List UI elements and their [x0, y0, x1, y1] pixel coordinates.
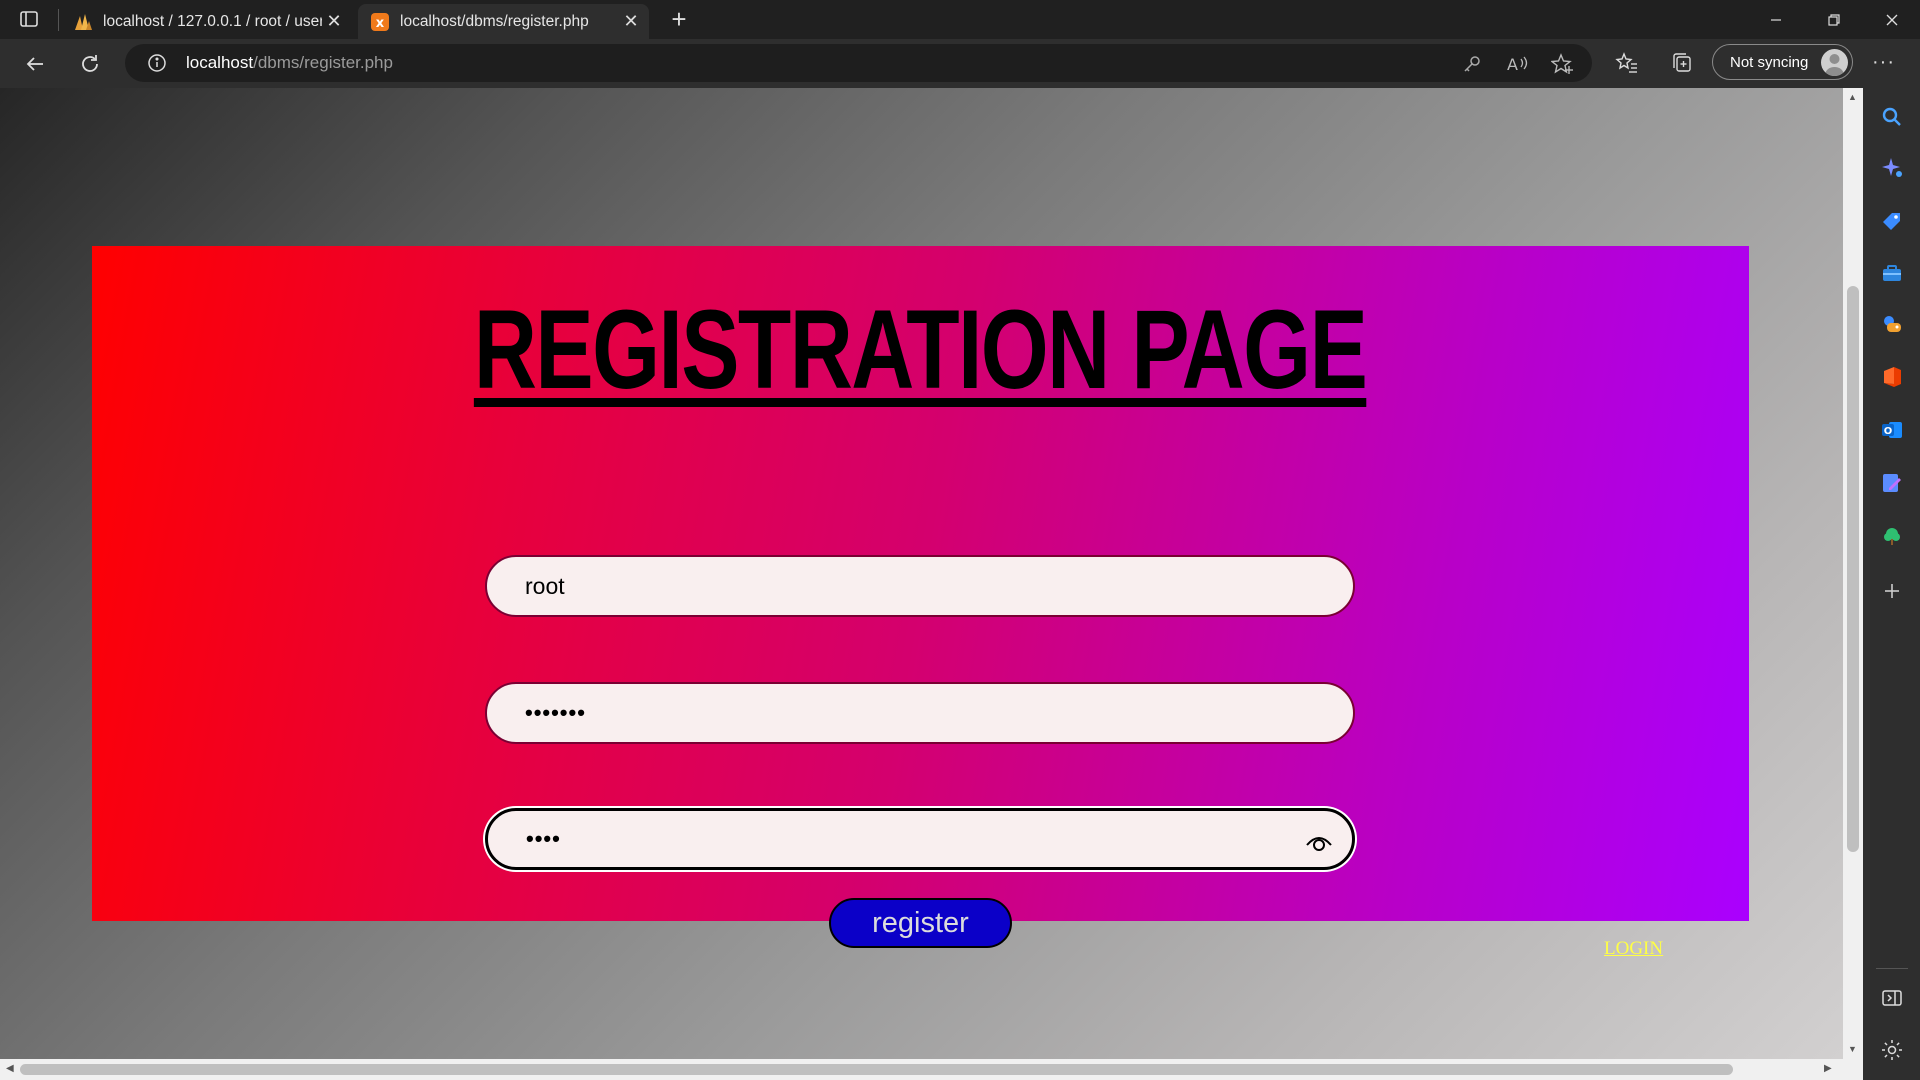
- tab-title: localhost / 127.0.0.1 / root / user: [103, 12, 322, 30]
- tab-title: localhost/dbms/register.php: [400, 12, 589, 30]
- phpmyadmin-icon: [73, 12, 93, 32]
- restore-button[interactable]: [1806, 0, 1862, 39]
- username-value: root: [525, 572, 565, 599]
- add-icon[interactable]: [1880, 579, 1904, 603]
- xampp-icon: x: [370, 12, 390, 32]
- more-menu-button[interactable]: ···: [1872, 51, 1895, 74]
- password-mask: •••••••: [525, 700, 586, 725]
- horizontal-scrollbar[interactable]: ◀ ▶: [0, 1059, 1863, 1080]
- read-aloud-icon[interactable]: A: [1506, 53, 1528, 75]
- games-icon[interactable]: [1880, 312, 1904, 336]
- tab-strip: localhost / 127.0.0.1 / root / user ✕ x …: [0, 0, 1920, 39]
- profile-label: Not syncing: [1730, 54, 1809, 71]
- drop-icon[interactable]: [1880, 471, 1904, 495]
- svg-text:O: O: [1884, 426, 1893, 437]
- office-icon[interactable]: [1880, 365, 1904, 389]
- site-info-icon[interactable]: [147, 53, 167, 73]
- favorites-icon[interactable]: [1615, 51, 1639, 75]
- tab-actions-icon[interactable]: [18, 8, 44, 32]
- close-window-button[interactable]: [1864, 0, 1920, 39]
- password-input[interactable]: •••••••: [485, 682, 1355, 744]
- scroll-right-arrow[interactable]: ▶: [1824, 1063, 1832, 1074]
- key-icon[interactable]: [1461, 53, 1483, 75]
- close-icon[interactable]: ✕: [322, 10, 346, 34]
- add-favorite-icon[interactable]: [1550, 53, 1573, 75]
- page-title: REGISTRATION PAGE: [474, 287, 1368, 412]
- split-screen-icon[interactable]: [1880, 986, 1904, 1010]
- tools-icon[interactable]: [1880, 261, 1904, 285]
- avatar: [1821, 49, 1848, 76]
- url-path: /dbms/register.php: [253, 53, 393, 72]
- search-icon[interactable]: [1880, 105, 1904, 129]
- back-button[interactable]: [20, 50, 50, 78]
- scroll-down-arrow[interactable]: ▼: [1848, 1044, 1857, 1054]
- shopping-tag-icon[interactable]: [1880, 209, 1904, 233]
- svg-text:x: x: [376, 16, 385, 31]
- page-viewport: REGISTRATION PAGE root ••••••• •••• regi…: [0, 88, 1843, 1059]
- vertical-scrollbar[interactable]: ▲ ▼: [1843, 88, 1863, 1059]
- minimize-button[interactable]: [1748, 0, 1804, 39]
- close-icon[interactable]: ✕: [619, 10, 643, 34]
- scroll-left-arrow[interactable]: ◀: [6, 1063, 14, 1074]
- confirm-password-mask: ••••: [526, 826, 561, 851]
- profile-button[interactable]: Not syncing: [1712, 44, 1853, 80]
- address-bar[interactable]: localhost/dbms/register.php A: [125, 44, 1592, 82]
- edge-sidebar: O: [1863, 88, 1920, 1080]
- svg-text:A: A: [1507, 55, 1518, 74]
- url-host: localhost: [186, 53, 254, 72]
- browser-toolbar: localhost/dbms/register.php A Not syncin…: [0, 39, 1920, 88]
- vertical-scroll-thumb[interactable]: [1847, 286, 1859, 852]
- registration-card: REGISTRATION PAGE root ••••••• •••• regi…: [92, 246, 1749, 959]
- collections-icon[interactable]: [1670, 51, 1694, 75]
- new-tab-button[interactable]: +: [665, 6, 693, 32]
- outlook-icon[interactable]: O: [1880, 418, 1904, 442]
- tab-phpmyadmin[interactable]: localhost / 127.0.0.1 / root / user ✕: [61, 4, 352, 39]
- settings-icon[interactable]: [1880, 1038, 1904, 1062]
- horizontal-scroll-thumb[interactable]: [20, 1064, 1733, 1075]
- copilot-icon[interactable]: [1880, 156, 1904, 180]
- tab-register[interactable]: x localhost/dbms/register.php ✕: [358, 4, 649, 39]
- reveal-password-icon[interactable]: [1304, 828, 1334, 856]
- refresh-button[interactable]: [75, 50, 105, 78]
- username-input[interactable]: root: [485, 555, 1355, 617]
- page-heading-wrap: REGISTRATION PAGE: [92, 294, 1749, 406]
- confirm-password-input[interactable]: ••••: [485, 808, 1355, 870]
- register-button[interactable]: register: [829, 898, 1012, 948]
- login-link[interactable]: LOGIN: [1604, 938, 1663, 960]
- sidebar-divider: [1876, 968, 1908, 969]
- tab-separator: [58, 9, 59, 31]
- scroll-up-arrow[interactable]: ▲: [1848, 92, 1857, 102]
- tree-icon[interactable]: [1880, 524, 1904, 548]
- url-text[interactable]: localhost/dbms/register.php: [186, 53, 393, 73]
